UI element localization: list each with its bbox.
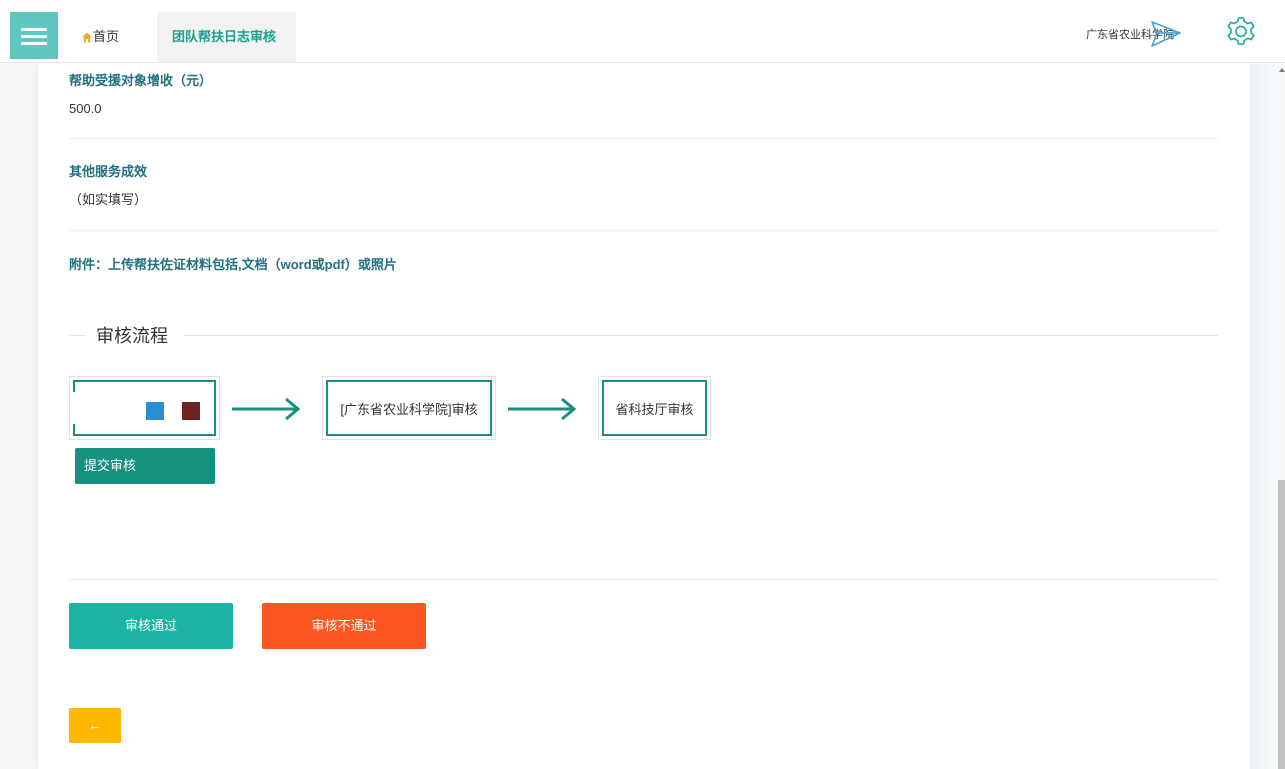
hamburger-icon[interactable] <box>10 12 58 59</box>
tab-team-log-review-label: 团队帮扶日志审核 <box>172 29 277 44</box>
approve-button[interactable]: 审核通过 <box>69 603 233 649</box>
review-flow-title: 审核流程 <box>96 326 168 346</box>
submit-review-tag: 提交审核 <box>75 448 215 484</box>
field-label-income: 帮助受援对象增收（元） <box>69 73 213 88</box>
paper-plane-icon[interactable] <box>1150 20 1182 48</box>
scroll-up-icon[interactable] <box>1279 68 1285 72</box>
legend-line-left <box>69 335 86 336</box>
back-button[interactable]: ← <box>69 708 121 743</box>
reject-button[interactable]: 审核不通过 <box>262 603 426 649</box>
flow-step-label: [广东省农业科学院]审核 <box>340 401 478 417</box>
flow-arrow-icon <box>508 398 577 420</box>
field-label-other-results: 其他服务成效 <box>69 164 148 179</box>
flow-step-frame: 省科技厅审核 <box>602 380 707 436</box>
flow-arrow-icon <box>232 398 301 420</box>
tab-team-log-review[interactable]: 团队帮扶日志审核 <box>157 12 296 62</box>
flow-step-submit <box>69 376 220 440</box>
top-header: 首页 团队帮扶日志审核 广东省农业科学院 <box>0 0 1285 63</box>
divider <box>69 230 1218 231</box>
divider <box>69 579 1218 580</box>
divider <box>69 138 1218 139</box>
tab-home-label: 首页 <box>93 29 120 44</box>
home-icon <box>82 32 92 43</box>
tab-home[interactable]: 首页 <box>82 12 119 62</box>
flow-step-frame: [广东省农业科学院]审核 <box>326 380 492 436</box>
field-label-attachment: 附件：上传帮扶佐证材料包括,文档（word或pdf）或照片 <box>69 257 397 272</box>
page-gutter <box>1250 63 1278 769</box>
legend-line-right <box>183 335 1218 336</box>
scrollbar-thumb[interactable] <box>1278 480 1285 769</box>
flow-step-province-review: 省科技厅审核 <box>598 376 711 440</box>
gear-icon[interactable] <box>1223 15 1259 51</box>
step-image-blue <box>146 402 164 420</box>
flow-step-label: 省科技厅审核 <box>615 401 694 417</box>
field-value-other-results: （如实填写） <box>69 192 148 207</box>
flow-step-institute-review: [广东省农业科学院]审核 <box>322 376 496 440</box>
field-value-income: 500.0 <box>69 101 102 116</box>
step-image-maroon <box>182 402 200 420</box>
